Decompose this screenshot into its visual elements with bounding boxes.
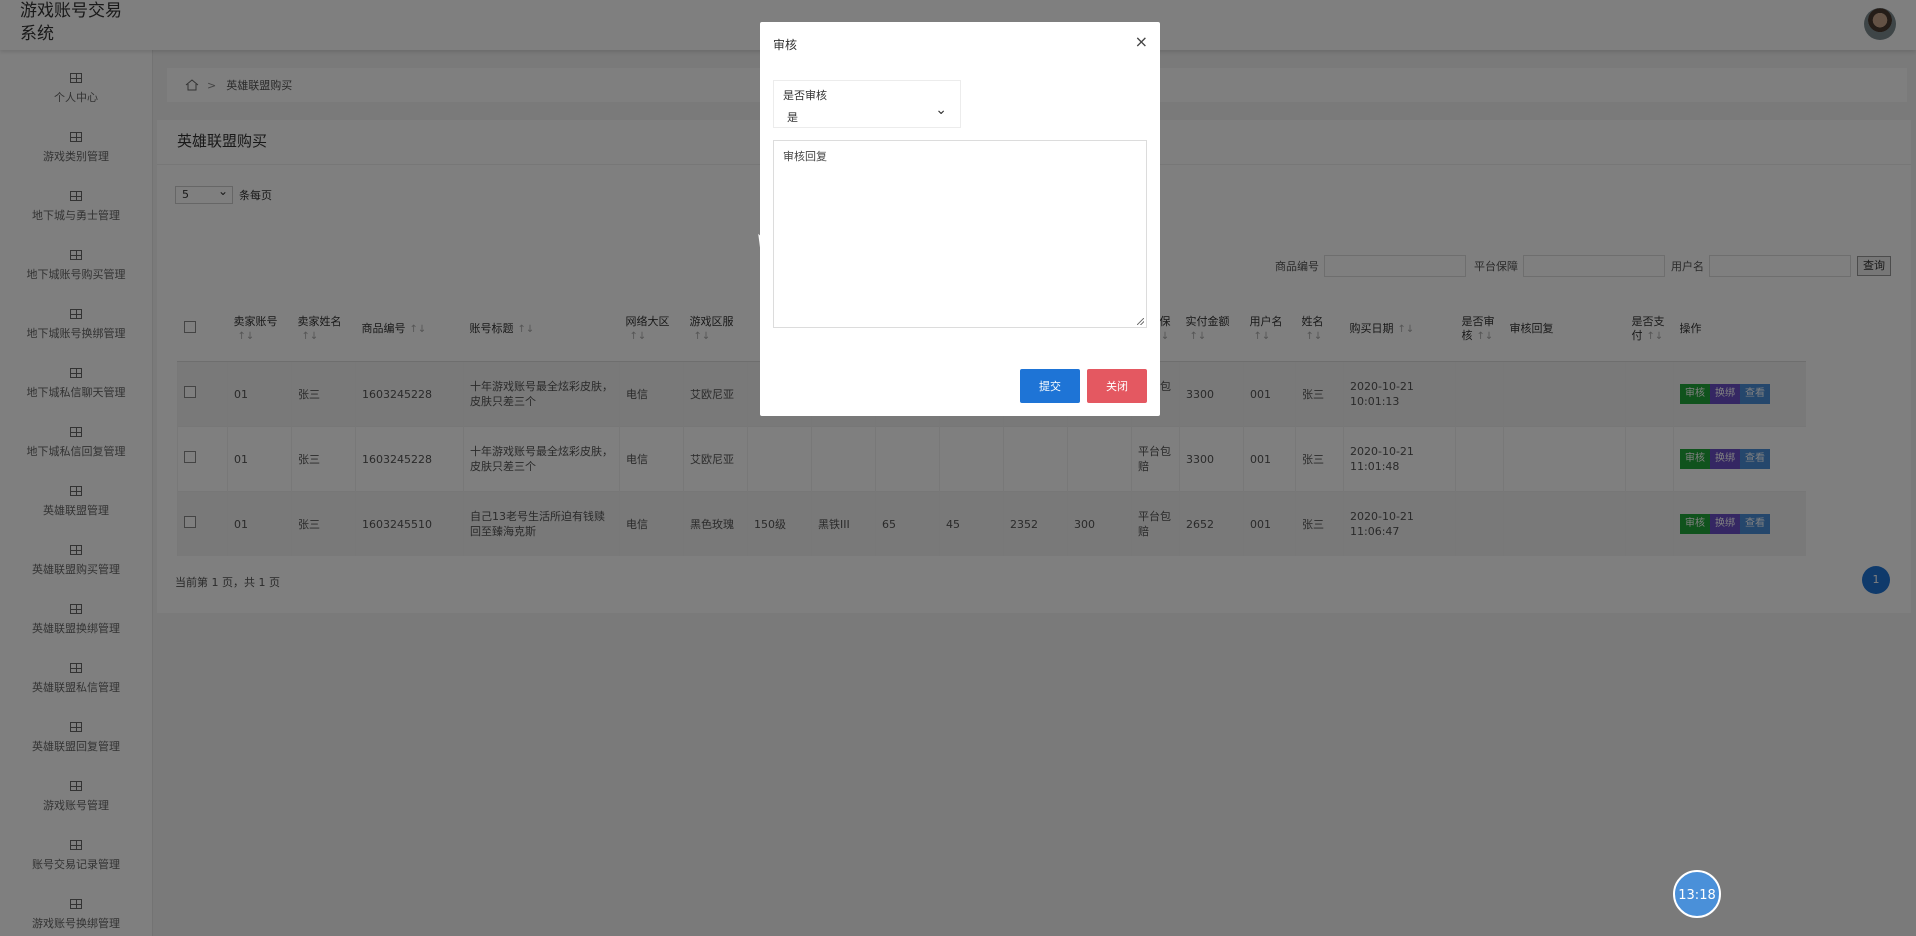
review-status-select[interactable]: 是否审核 是 ⌄ bbox=[773, 80, 961, 128]
review-status-label: 是否审核 bbox=[783, 89, 827, 102]
review-dialog: 审核 × 是否审核 是 ⌄ 审核回复 提交 关闭 bbox=[760, 22, 1160, 416]
review-status-value: 是 bbox=[787, 111, 798, 124]
chevron-down-icon: ⌄ bbox=[935, 102, 947, 118]
close-button[interactable]: 关闭 bbox=[1087, 369, 1147, 403]
close-icon[interactable]: × bbox=[1135, 32, 1148, 51]
resize-handle-icon[interactable] bbox=[1137, 318, 1144, 325]
floating-clock[interactable]: 13:18 bbox=[1673, 870, 1721, 918]
submit-button[interactable]: 提交 bbox=[1020, 369, 1080, 403]
review-reply-textarea[interactable]: 审核回复 bbox=[773, 140, 1147, 328]
review-reply-placeholder: 审核回复 bbox=[783, 150, 827, 163]
dialog-title: 审核 bbox=[773, 38, 798, 52]
